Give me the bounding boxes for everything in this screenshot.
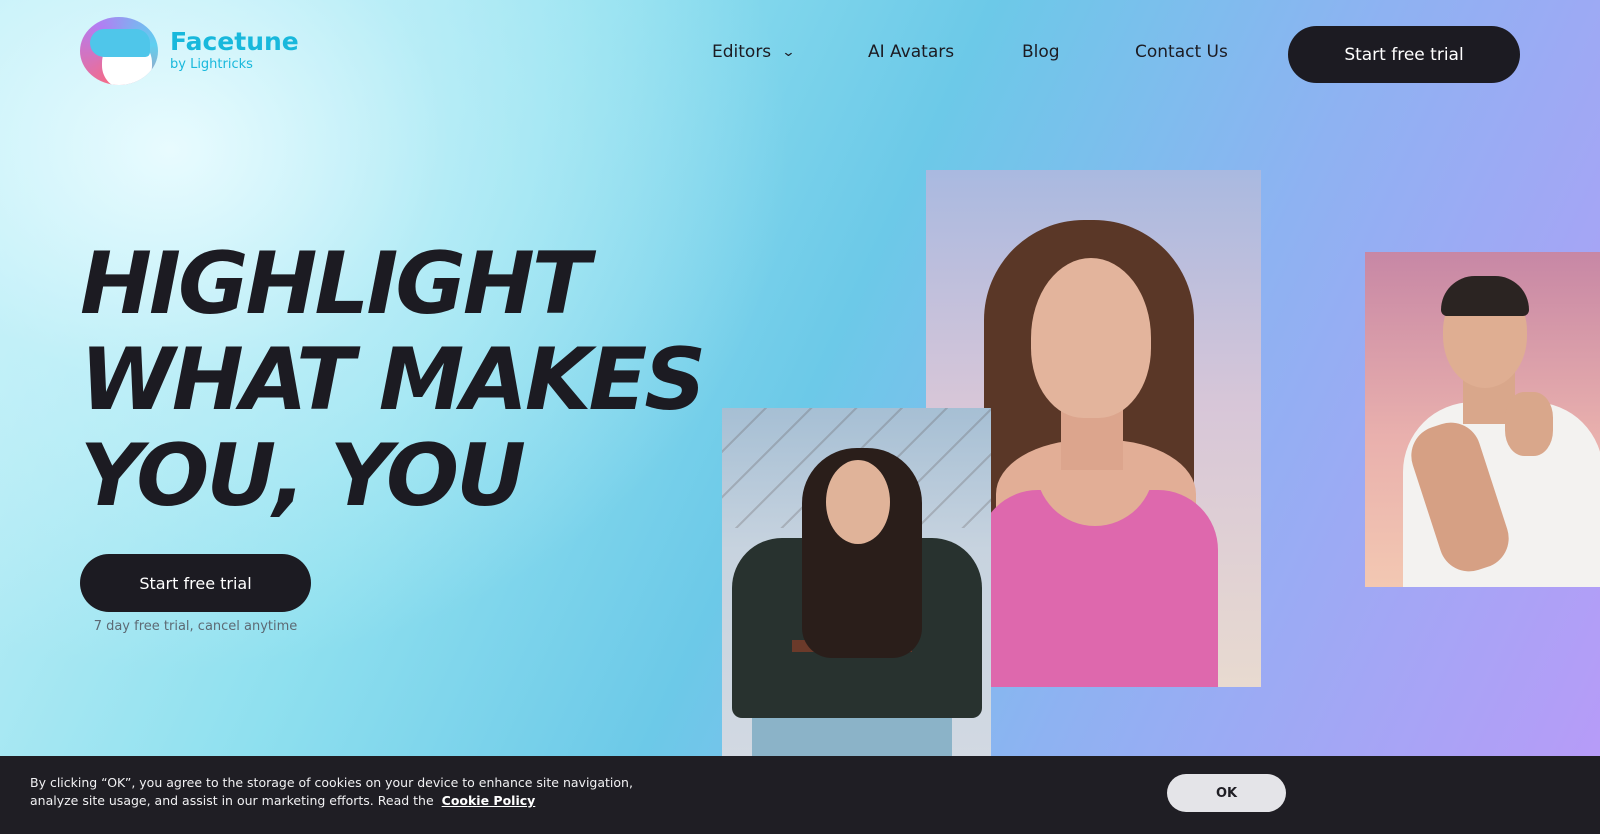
- cookie-ok-button[interactable]: OK: [1167, 774, 1286, 812]
- facetune-logo[interactable]: Facetune by Lightricks: [80, 17, 299, 85]
- brand-name: Facetune: [170, 27, 299, 56]
- portrait-photo-woman-leather-jacket: [722, 408, 991, 760]
- logo-wordmark: Facetune by Lightricks: [170, 28, 299, 74]
- chevron-down-icon: ⌄: [781, 44, 796, 60]
- cookie-message: By clicking “OK”, you agree to the stora…: [30, 775, 633, 808]
- nav-item-blog[interactable]: Blog: [1022, 40, 1135, 64]
- hero-start-free-trial-button[interactable]: Start free trial: [80, 554, 311, 612]
- portrait-photo-man-white-tee: [1365, 252, 1600, 587]
- header-start-free-trial-button[interactable]: Start free trial: [1288, 26, 1520, 83]
- hero-title-line: HIGHLIGHT: [80, 234, 591, 334]
- facetune-logo-icon: [80, 17, 158, 85]
- main-nav: Editors ⌄ AI Avatars Blog Contact Us: [712, 40, 1228, 64]
- nav-item-label: Editors: [712, 42, 772, 62]
- cookie-banner-text: By clicking “OK”, you agree to the stora…: [30, 774, 650, 810]
- hero-title: HIGHLIGHT WHAT MAKES YOU, YOU: [80, 236, 720, 524]
- hero-title-line: YOU, YOU: [80, 426, 526, 526]
- nav-item-contact-us[interactable]: Contact Us: [1135, 40, 1228, 64]
- nav-item-editors[interactable]: Editors ⌄: [712, 40, 868, 64]
- trial-note: 7 day free trial, cancel anytime: [93, 619, 298, 634]
- nav-item-ai-avatars[interactable]: AI Avatars: [868, 40, 1022, 64]
- cookie-policy-link[interactable]: Cookie Policy: [442, 793, 536, 808]
- hero-title-line: WHAT MAKES: [80, 330, 706, 430]
- cookie-banner: By clicking “OK”, you agree to the stora…: [0, 756, 1600, 834]
- brand-subtitle: by Lightricks: [170, 57, 253, 72]
